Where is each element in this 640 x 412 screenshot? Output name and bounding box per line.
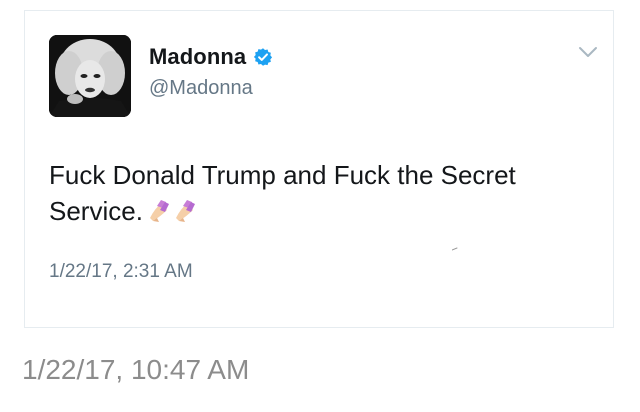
- nail-polish-icon: [147, 196, 199, 233]
- display-name[interactable]: Madonna: [149, 44, 246, 70]
- tweet-timestamp[interactable]: 1/22/17, 2:31 AM: [49, 261, 193, 283]
- tweet-card[interactable]: Madonna @Madonna Fuck Donald Trump and F…: [24, 10, 614, 328]
- screenshot-time: 1/22/17, 10:47 AM: [22, 354, 250, 385]
- avatar[interactable]: [49, 35, 131, 117]
- chevron-down-icon[interactable]: [577, 45, 599, 59]
- verified-badge-icon: [254, 48, 273, 66]
- user-handle[interactable]: @Madonna: [149, 77, 253, 100]
- display-name-row[interactable]: Madonna: [149, 43, 273, 71]
- avatar-image: [49, 35, 131, 117]
- page: Madonna @Madonna Fuck Donald Trump and F…: [0, 0, 640, 412]
- stray-mark: [452, 247, 458, 251]
- tweet-text: Fuck Donald Trump and Fuck the Secret Se…: [49, 157, 589, 233]
- tweet-text-body: Fuck Donald Trump and Fuck the Secret Se…: [49, 160, 516, 226]
